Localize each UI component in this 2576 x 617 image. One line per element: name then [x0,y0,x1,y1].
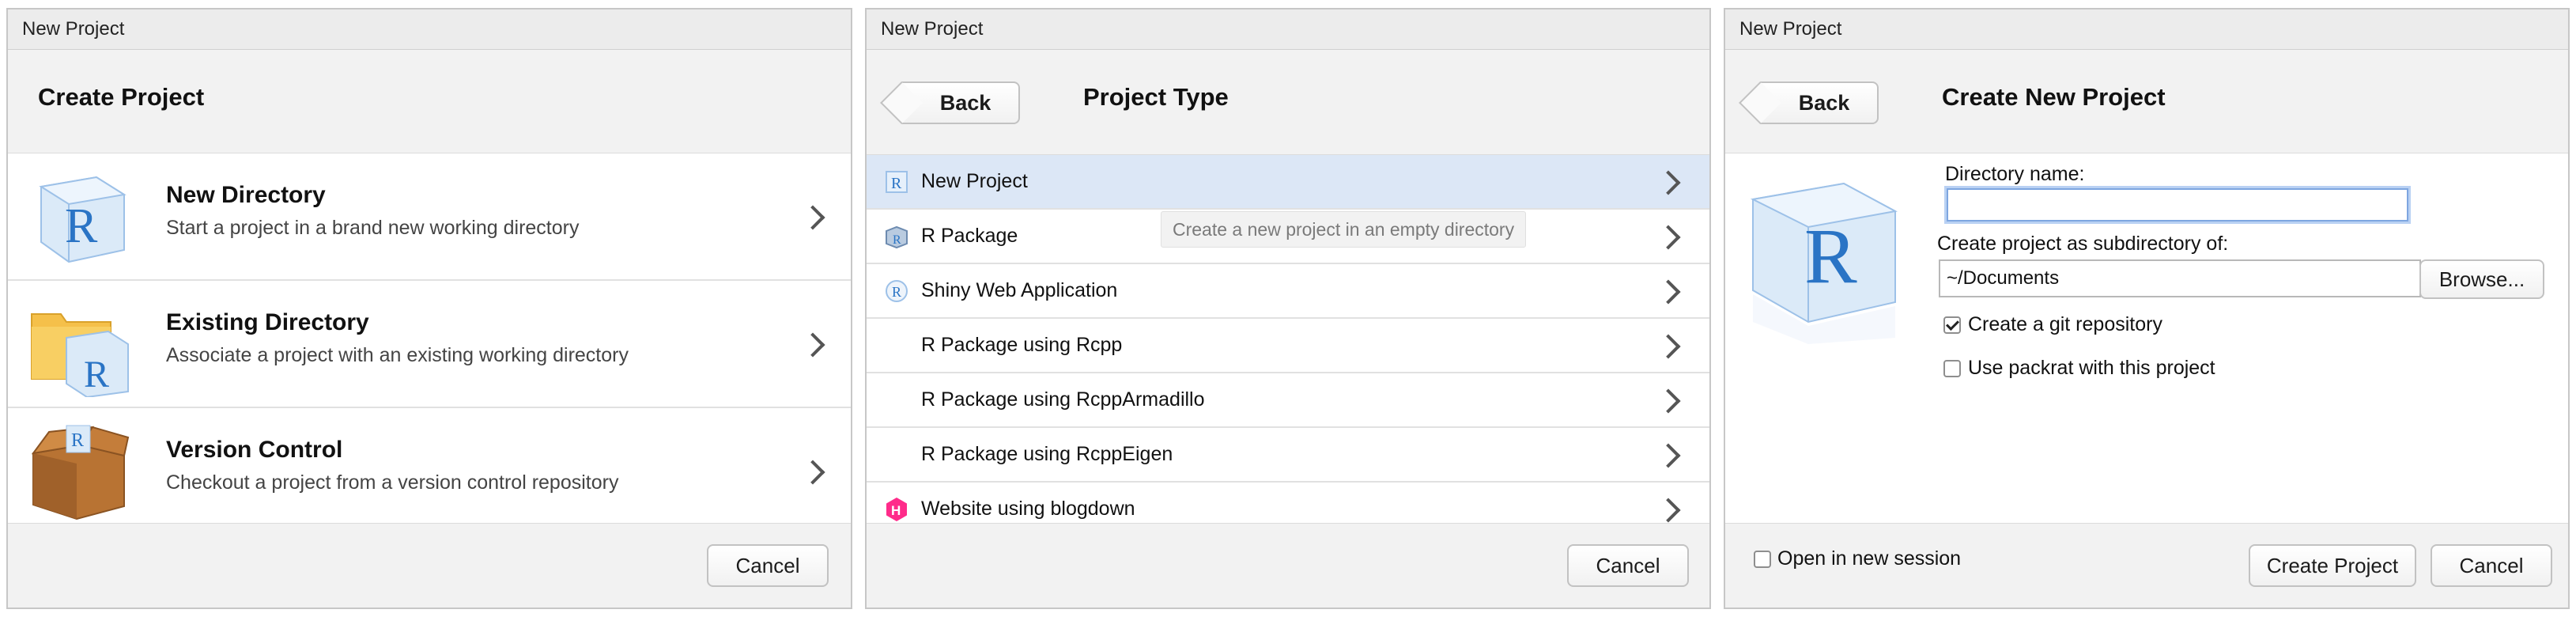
packrat-label: Use packrat with this project [1968,357,2215,379]
svg-text:R: R [892,284,901,300]
hugo-icon: H [884,497,909,522]
git-repository-checkbox[interactable] [1943,316,1961,334]
svg-text:H: H [891,503,901,518]
back-label: Back [1798,91,1850,115]
folder-r-icon: R [25,290,132,399]
option-description: Start a project in a brand new working d… [166,217,580,239]
chevron-right-icon [800,460,825,485]
svg-text:R: R [71,430,84,451]
cancel-button[interactable]: Cancel [1567,544,1689,587]
option-title: Version Control [166,437,343,463]
create-project-dialog: New Project Create Project R New Directo… [6,8,852,609]
project-type-label: Shiny Web Application [921,279,1118,301]
page-title: Create Project [38,83,205,111]
chevron-right-icon [800,332,825,358]
project-type-rcpp[interactable]: R Package using Rcpp [867,319,1709,373]
svg-text:R: R [893,233,901,247]
tooltip: Create a new project in an empty directo… [1161,211,1527,248]
project-type-dialog: New Project Back Project Type R New Proj… [865,8,1711,609]
chevron-right-icon [1656,279,1681,305]
option-title: Existing Directory [166,309,369,335]
option-description: Checkout a project from a version contro… [166,471,619,494]
r-cube-icon: R [1741,164,1907,346]
option-title: New Directory [166,182,326,208]
option-description: Associate a project with an existing wor… [166,344,629,366]
page-title: Project Type [1083,83,1229,111]
chevron-right-icon [1656,443,1681,468]
project-type-shiny[interactable]: R Shiny Web Application [867,264,1709,319]
project-type-label: R Package using Rcpp [921,334,1123,356]
project-type-rcpparmadillo[interactable]: R Package using RcppArmadillo [867,373,1709,428]
r-project-icon: R [884,169,909,195]
back-label: Back [939,91,991,115]
chevron-right-icon [1656,170,1681,195]
chevron-right-icon [1656,225,1681,250]
cancel-button[interactable]: Cancel [707,544,829,587]
option-new-directory[interactable]: R New Directory Start a project in a bra… [8,153,851,281]
chevron-right-icon [1656,334,1681,359]
page-title: Create New Project [1942,83,2166,111]
project-type-label: New Project [921,170,1028,192]
window-title: New Project [8,9,851,50]
window-title: New Project [867,9,1709,50]
subdirectory-input[interactable] [1939,259,2421,297]
svg-text:R: R [1804,212,1857,300]
shiny-icon: R [884,278,909,304]
subdirectory-label: Create project as subdirectory of: [1937,233,2229,255]
directory-name-label: Directory name: [1945,163,2085,185]
directory-name-input[interactable] [1947,188,2408,221]
project-type-rcppeigen[interactable]: R Package using RcppEigen [867,428,1709,483]
open-new-session-checkbox[interactable] [1754,551,1771,568]
chevron-right-icon [800,205,825,230]
dialog-footer: Cancel [8,523,851,608]
chevron-right-icon [1656,498,1681,523]
project-type-new-project[interactable]: R New Project [867,155,1709,210]
packrat-checkbox[interactable] [1943,360,1961,377]
dialog-footer: Cancel [867,523,1709,608]
dialog-header: Create Project [8,50,851,153]
project-type-label: R Package using RcppArmadillo [921,388,1205,411]
svg-text:R: R [84,354,109,396]
chevron-right-icon [1656,388,1681,414]
r-package-icon: R [884,224,909,249]
git-repository-label: Create a git repository [1968,313,2162,335]
dialog-header: Back Project Type [867,50,1709,155]
window-title: New Project [1725,9,2568,50]
cancel-button[interactable]: Cancel [2431,544,2552,587]
project-type-label: R Package [921,225,1018,247]
svg-text:R: R [891,175,902,192]
option-version-control[interactable]: R Version Control Checkout a project fro… [8,408,851,536]
box-icon: R [25,418,132,524]
r-cube-icon: R [25,163,132,270]
create-new-project-dialog: New Project Back Create New Project R Di… [1724,8,2570,609]
create-project-button[interactable]: Create Project [2249,544,2416,587]
back-button[interactable]: Back [1760,81,1879,124]
back-button[interactable]: Back [901,81,1020,124]
svg-text:R: R [65,199,98,253]
option-existing-directory[interactable]: R Existing Directory Associate a project… [8,281,851,408]
dialog-footer: Open in new session Create Project Cance… [1725,523,2568,608]
open-new-session-label: Open in new session [1777,547,1962,570]
dialog-header: Back Create New Project [1725,50,2568,153]
browse-button[interactable]: Browse... [2419,259,2544,299]
project-type-label: R Package using RcppEigen [921,443,1173,465]
